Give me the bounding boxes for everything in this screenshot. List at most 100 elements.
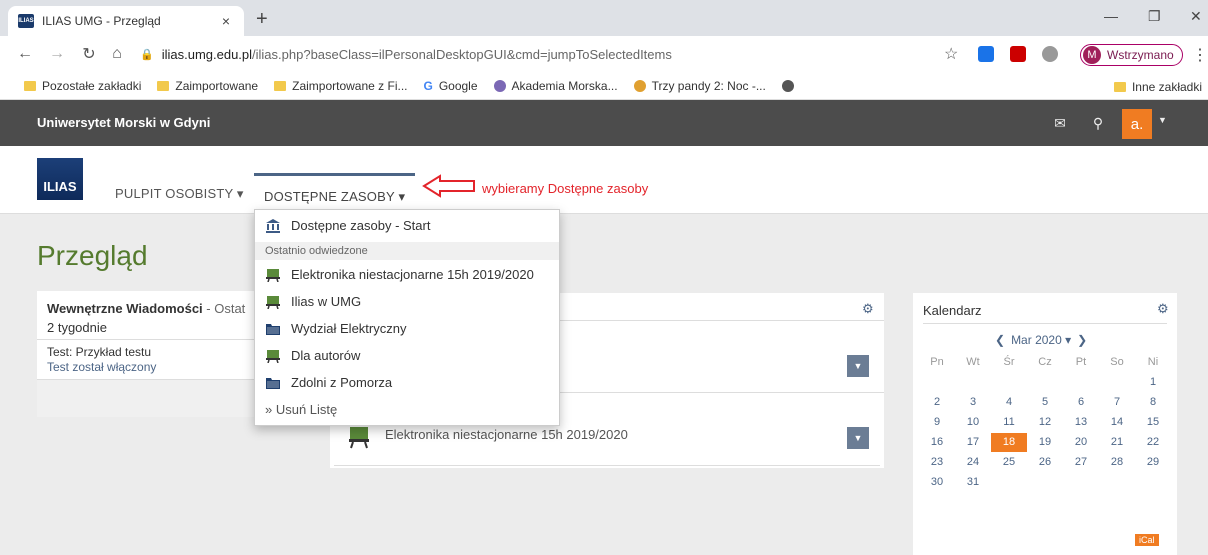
weekday-header: So xyxy=(1110,356,1124,368)
bookmarks-bar: Pozostałe zakładki Zaimportowane Zaimpor… xyxy=(0,72,1208,100)
course-icon xyxy=(349,427,369,449)
calendar-day[interactable]: 21 xyxy=(1099,433,1135,452)
bookmark-item[interactable]: Akademia Morska... xyxy=(493,79,618,93)
menu-item-recent[interactable]: Zdolni z Pomorza xyxy=(265,375,392,390)
message-link[interactable]: Test został włączony xyxy=(47,360,156,374)
calendar-day[interactable]: 31 xyxy=(955,473,991,492)
calendar-day[interactable]: 27 xyxy=(1063,453,1099,472)
restore-icon[interactable]: ❐ xyxy=(1148,8,1161,25)
menu-item-label: Ilias w UMG xyxy=(291,294,362,309)
other-bookmarks[interactable]: Inne zakładki xyxy=(1113,80,1202,94)
calendar-day[interactable]: 13 xyxy=(1063,413,1099,432)
extension-gear-icon[interactable] xyxy=(1042,46,1058,62)
calendar-day[interactable]: 2 xyxy=(919,393,955,412)
calendar-day[interactable]: 28 xyxy=(1099,453,1135,472)
menu-item-label: Dla autorów xyxy=(291,348,361,363)
calendar-day[interactable]: 22 xyxy=(1135,433,1171,452)
next-month-icon[interactable]: ❯ xyxy=(1077,333,1087,347)
menu-item-recent[interactable]: Ilias w UMG xyxy=(265,294,361,309)
folder-icon xyxy=(24,80,36,91)
calendar-day[interactable]: 24 xyxy=(955,453,991,472)
calendar-day[interactable]: 14 xyxy=(1099,413,1135,432)
extension-calendar-icon[interactable] xyxy=(978,46,994,62)
calendar-day[interactable]: 3 xyxy=(955,393,991,412)
menu-item-recent[interactable]: Dla autorów xyxy=(265,348,360,363)
back-icon[interactable]: ← xyxy=(14,45,36,63)
calendar-day[interactable]: 10 xyxy=(955,413,991,432)
calendar-panel: Kalendarz ⚙ ❮ Mar 2020 ▾ ❯ Pn Wt Śr Cz Pt So N… xyxy=(913,293,1177,555)
new-tab-icon[interactable]: + xyxy=(256,8,268,31)
calendar-day xyxy=(1063,373,1099,392)
calendar-day[interactable]: 7 xyxy=(1099,393,1135,412)
calendar-day[interactable]: 11 xyxy=(991,413,1027,432)
menu-item-label: Wydział Elektryczny xyxy=(291,321,407,336)
bookmark-item[interactable]: Pozostałe zakładki xyxy=(24,79,141,93)
menu-item-repository-start[interactable]: Dostępne zasoby - Start xyxy=(265,218,430,233)
month-selector[interactable]: Mar 2020 ▾ xyxy=(1011,333,1071,347)
calendar-day[interactable]: 12 xyxy=(1027,413,1063,432)
window-close-icon[interactable]: ✕ xyxy=(1190,8,1202,25)
calendar-nav: ❮ Mar 2020 ▾ ❯ xyxy=(995,333,1087,347)
calendar-day[interactable]: 1 xyxy=(1135,373,1171,392)
calendar-day[interactable]: 23 xyxy=(919,453,955,472)
bookmark-item[interactable]: Zaimportowane xyxy=(157,79,258,93)
bookmark-item[interactable]: Zaimportowane z Fi... xyxy=(274,79,407,93)
annotation-arrow-icon xyxy=(422,174,475,198)
nav-personal-desktop[interactable]: PULPIT OSOBISTY ▾ xyxy=(115,186,244,202)
bookmark-star-icon[interactable]: ☆ xyxy=(944,44,958,64)
calendar-day[interactable]: 15 xyxy=(1135,413,1171,432)
actions-dropdown-button[interactable]: ▼ xyxy=(847,427,869,449)
menu-item-recent[interactable]: Wydział Elektryczny xyxy=(265,321,406,336)
calendar-day[interactable]: 4 xyxy=(991,393,1027,412)
nav-repository[interactable]: DOSTĘPNE ZASOBY ▾ xyxy=(254,173,416,214)
calendar-day[interactable]: 30 xyxy=(919,473,955,492)
calendar-day[interactable]: 17 xyxy=(955,433,991,452)
minimize-icon[interactable]: — xyxy=(1104,8,1118,24)
calendar-day xyxy=(1099,373,1135,392)
browser-menu-icon[interactable]: ⋮ xyxy=(1192,45,1208,65)
calendar-day[interactable]: 6 xyxy=(1063,393,1099,412)
calendar-day[interactable]: 19 xyxy=(1027,433,1063,452)
actions-dropdown-button[interactable]: ▼ xyxy=(847,355,869,377)
calendar-day[interactable]: 16 xyxy=(919,433,955,452)
calendar-day[interactable]: 9 xyxy=(919,413,955,432)
calendar-day xyxy=(991,473,1027,492)
address-bar[interactable]: 🔒 ilias.umg.edu.pl /ilias.php?baseClass=… xyxy=(140,41,980,67)
calendar-day[interactable]: 29 xyxy=(1135,453,1171,472)
calendar-day[interactable]: 26 xyxy=(1027,453,1063,472)
calendar-day[interactable]: 5 xyxy=(1027,393,1063,412)
calendar-day[interactable]: 25 xyxy=(991,453,1027,472)
course-title[interactable]: Elektronika niestacjonarne 15h 2019/2020 xyxy=(385,427,628,442)
prev-month-icon[interactable]: ❮ xyxy=(995,333,1005,347)
ilias-logo[interactable]: ILIAS xyxy=(37,158,83,200)
bookmark-item[interactable]: Trzy pandy 2: Noc -... xyxy=(633,79,766,93)
tab-title: ILIAS UMG - Przegląd xyxy=(42,14,161,28)
calendar-day[interactable]: 8 xyxy=(1135,393,1171,412)
forward-icon[interactable]: → xyxy=(46,45,68,63)
mail-icon[interactable]: ✉ xyxy=(1048,109,1072,137)
calendar-day[interactable]: 18 xyxy=(991,433,1027,452)
gear-icon[interactable]: ⚙ xyxy=(862,301,874,317)
user-avatar[interactable]: a. xyxy=(1122,109,1152,139)
calendar-grid: Pn Wt Śr Cz Pt So Ni 1 2 3 4 5 6 7 8 9 10 11 12 13 14 15 16 17 1… xyxy=(919,353,1171,492)
bookmark-item[interactable] xyxy=(781,79,800,92)
menu-item-clear-list[interactable]: » Usuń Listę xyxy=(265,402,337,417)
browser-tabstrip: ILIAS ILIAS UMG - Przegląd × + — ❐ ✕ xyxy=(0,0,1208,36)
user-menu-caret-icon[interactable]: ▼ xyxy=(1158,115,1167,125)
gear-icon[interactable]: ⚙ xyxy=(1157,301,1169,317)
profile-button[interactable]: M Wstrzymano xyxy=(1080,44,1183,66)
menu-item-recent[interactable]: Elektronika niestacjonarne 15h 2019/2020 xyxy=(265,267,534,282)
bookmark-item[interactable]: G Google xyxy=(423,79,477,93)
search-icon[interactable]: ⚲ xyxy=(1086,109,1110,137)
browser-tab[interactable]: ILIAS ILIAS UMG - Przegląd × xyxy=(8,6,244,36)
home-icon[interactable]: ⌂ xyxy=(106,45,128,63)
weekday-header: Cz xyxy=(1038,356,1052,368)
ilias-topbar: Uniwersytet Morski w Gdyni ✉ ⚲ a. ▼ xyxy=(0,100,1208,146)
tab-close-icon[interactable]: × xyxy=(218,13,234,29)
folder-icon xyxy=(274,80,287,91)
extension-pdf-icon[interactable] xyxy=(1010,46,1026,62)
google-icon: G xyxy=(423,78,433,93)
ical-button[interactable]: iCal xyxy=(1135,534,1159,546)
reload-icon[interactable]: ↻ xyxy=(78,44,100,64)
calendar-day[interactable]: 20 xyxy=(1063,433,1099,452)
